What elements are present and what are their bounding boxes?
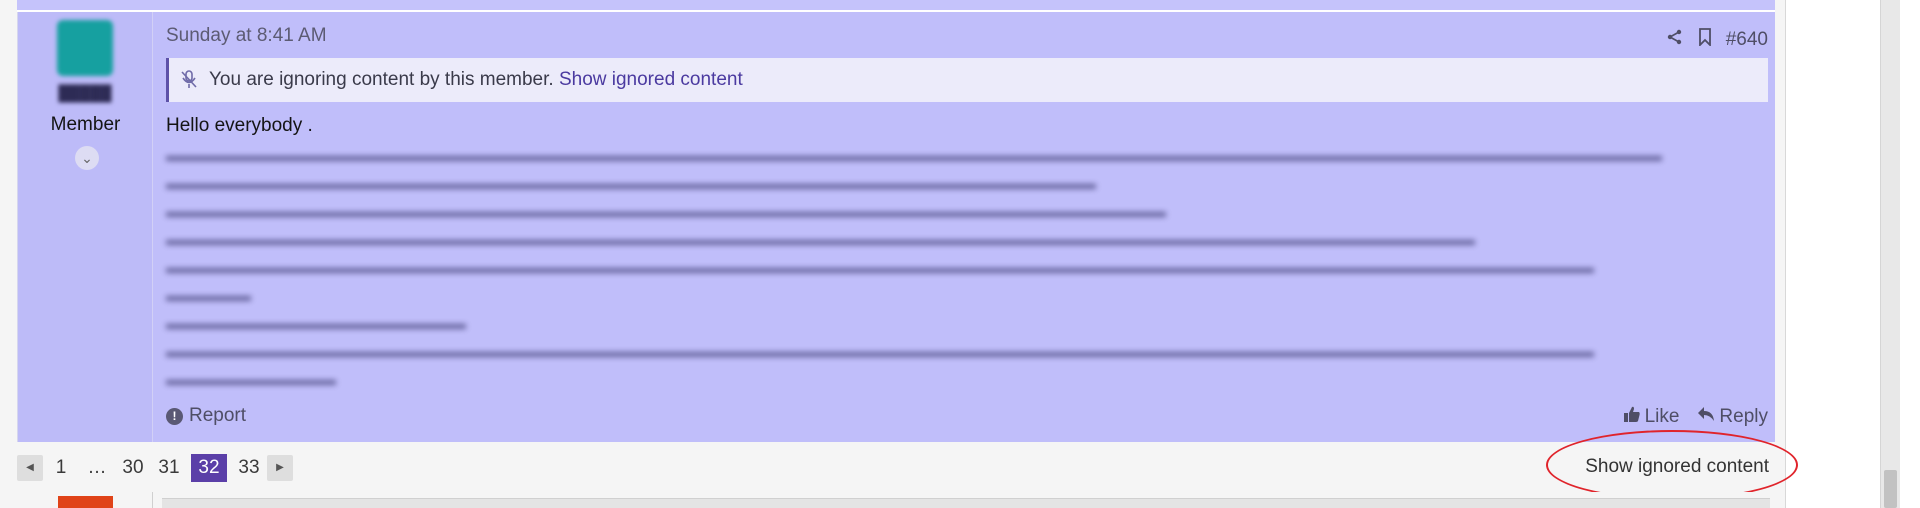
like-label: Like [1644,406,1680,427]
user-role: Member [50,114,121,135]
reply-icon [1697,406,1715,428]
thumbs-up-icon [1623,405,1641,429]
post-greeting: Hello everybody . [166,115,313,136]
page-margin [1786,0,1880,508]
next-post-body [162,498,1770,508]
post-date[interactable]: Sunday at 8:41 AM [166,25,327,47]
info-icon: ! [166,407,183,425]
column-divider [152,492,153,508]
show-ignored-content-link[interactable]: Show ignored content [559,69,743,90]
bookmark-icon[interactable] [1698,28,1712,51]
caret-right-icon[interactable]: ▶ [267,455,293,481]
previous-post-edge [17,0,1775,12]
username-blurred[interactable]: █████ [58,85,112,103]
ignored-notice-text: You are ignoring content by this member. [209,69,554,90]
scrollbar-thumb[interactable] [1884,470,1897,508]
reply-button[interactable]: Reply [1697,406,1768,428]
scrollbar[interactable] [1880,0,1900,508]
show-ignored-content-button[interactable]: Show ignored content [1579,456,1775,478]
pagination: ◀ 1 … 30 31 32 33 ▶ [17,454,293,482]
page-current[interactable]: 32 [191,454,227,482]
caret-left-icon[interactable]: ◀ [17,455,43,481]
chevron-down-icon[interactable]: ⌄ [75,146,99,170]
page-ellipsis[interactable]: … [79,454,115,482]
post-user-column: █████ Member ⌄ [18,12,153,442]
mute-icon [181,69,197,91]
blurred-post-body: ▬▬▬▬▬▬▬▬▬▬▬▬▬▬▬▬▬▬▬▬▬▬▬▬▬▬▬▬▬▬▬▬▬▬▬▬▬▬▬▬… [166,146,1662,389]
post-number-link[interactable]: #640 [1726,29,1768,51]
avatar[interactable] [58,496,113,508]
page-link[interactable]: 33 [231,454,267,482]
pagination-row: ◀ 1 … 30 31 32 33 ▶ Show ignored content [17,442,1775,492]
report-link[interactable]: ! Report [166,405,246,427]
window-edge [1900,0,1920,508]
post-reactions: Like Reply [1623,405,1768,429]
page-link[interactable]: 31 [151,454,187,482]
share-icon[interactable] [1666,28,1684,51]
reply-label: Reply [1719,406,1768,427]
ignored-content-notice: You are ignoring content by this member.… [166,58,1768,102]
post-top-actions: #640 [1666,28,1768,51]
like-button[interactable]: Like [1623,405,1680,429]
report-label: Report [189,405,247,426]
avatar[interactable] [57,20,113,76]
page-link[interactable]: 1 [43,454,79,482]
post-main: Sunday at 8:41 AM #640 You are ignoring … [154,12,1776,442]
page-link[interactable]: 30 [115,454,151,482]
next-post-edge [17,492,1775,508]
forum-post: █████ Member ⌄ Sunday at 8:41 AM #640 Yo… [17,12,1775,442]
